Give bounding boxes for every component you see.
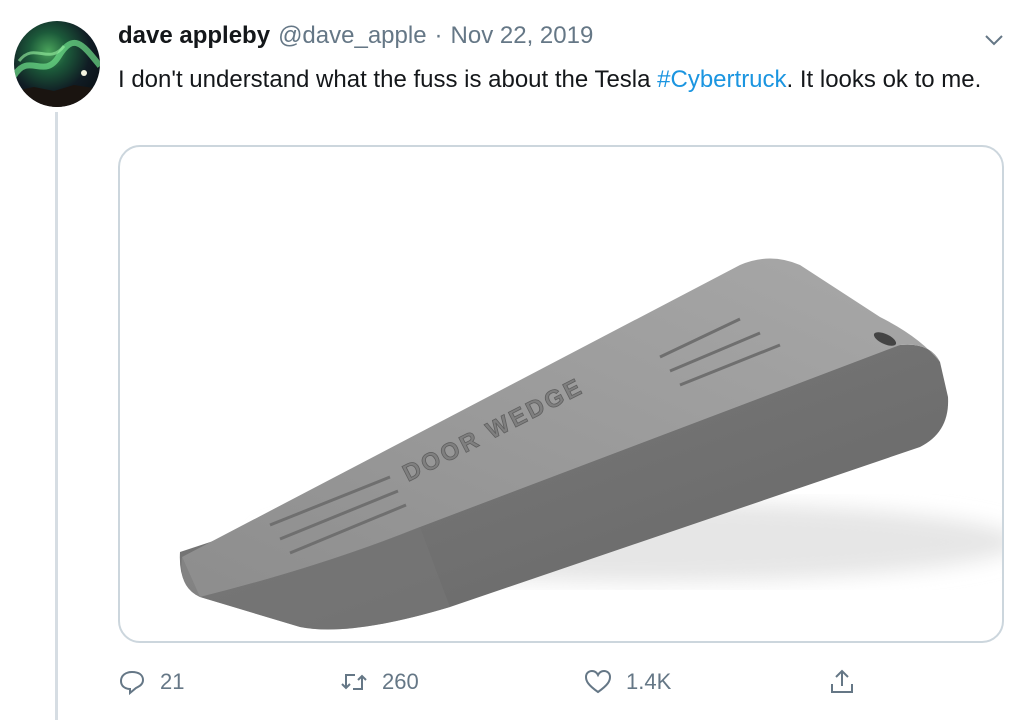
tweet-header: dave appleby @dave_apple · Nov 22, 2019 [118, 22, 593, 56]
retweet-arrows-icon [341, 674, 367, 690]
like-count: 1.4K [626, 669, 672, 694]
author-name[interactable]: dave appleby [118, 22, 270, 50]
door-wedge-image: DOOR WEDGE [179, 258, 1002, 630]
share-upload-icon [831, 669, 853, 693]
more-options-button[interactable] [982, 30, 1006, 50]
speech-bubble-icon [119, 670, 145, 696]
action-bar: 21 260 1.4K [118, 662, 878, 702]
retweet-count: 260 [382, 669, 419, 694]
tweet-text-before: I don't understand what the fuss is abou… [118, 66, 658, 93]
hashtag-link[interactable]: #Cybertruck [657, 66, 786, 93]
reply-button[interactable]: 21 [118, 662, 184, 702]
reply-count: 21 [160, 669, 185, 694]
like-button[interactable]: 1.4K [584, 662, 671, 702]
heart-outline-icon [584, 669, 612, 694]
author-handle[interactable]: @dave_apple [278, 22, 426, 50]
chevron-down-icon [985, 35, 1003, 46]
tweet-image[interactable]: DOOR WEDGE [118, 145, 1004, 643]
share-button[interactable] [828, 662, 856, 702]
avatar[interactable] [14, 21, 100, 107]
separator-dot: · [434, 22, 443, 49]
tweet-text-after: . It looks ok to me. [786, 66, 982, 93]
retweet-button[interactable]: 260 [340, 662, 419, 702]
tweet-text: I don't understand what the fuss is abou… [118, 62, 998, 97]
avatar-aurora-image [14, 40, 100, 107]
tweet-date[interactable]: Nov 22, 2019 [451, 22, 594, 50]
thread-line [55, 112, 58, 720]
